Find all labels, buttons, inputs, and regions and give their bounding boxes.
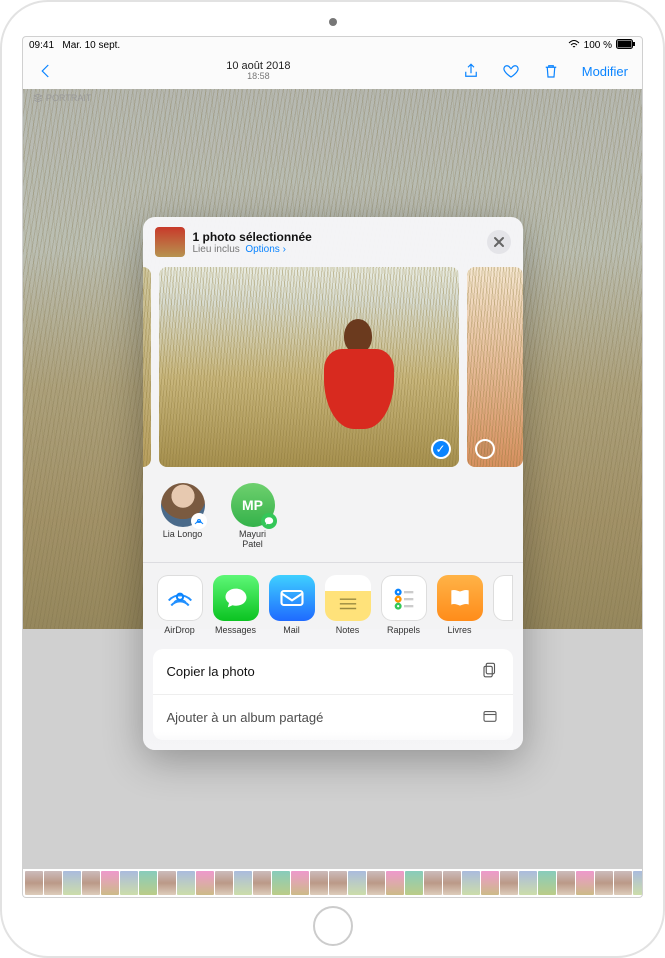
more-icon	[493, 575, 513, 621]
share-apps-row[interactable]: AirDrop Messages Mail	[143, 563, 523, 649]
copy-icon	[481, 661, 499, 682]
person-name: Mayuri Patel	[229, 530, 277, 550]
home-button[interactable]	[313, 906, 353, 946]
battery-icon	[616, 39, 636, 52]
nav-bar: 10 août 2018 18:58 Modifier	[23, 53, 642, 89]
status-time: 09:41	[29, 40, 54, 51]
screen: 09:41 Mar. 10 sept. 100 % 10 août 2018	[22, 36, 643, 898]
portrait-badge: PORTRAIT	[33, 93, 91, 103]
person-mayuri-patel[interactable]: MP Mayuri Patel	[229, 483, 277, 550]
avatar	[161, 483, 205, 527]
app-notes[interactable]: Notes	[325, 575, 371, 635]
mail-icon	[269, 575, 315, 621]
app-airdrop[interactable]: AirDrop	[157, 575, 203, 635]
nav-title-group: 10 août 2018 18:58	[59, 60, 458, 82]
action-copy-photo[interactable]: Copier la photo	[153, 649, 513, 695]
nav-subtitle: 18:58	[59, 72, 458, 82]
share-subtitle: Lieu inclus Options ›	[193, 244, 479, 255]
edit-button[interactable]: Modifier	[578, 60, 632, 83]
device-camera	[329, 18, 337, 26]
carousel-photo-prev[interactable]	[143, 267, 151, 467]
airdrop-icon	[157, 575, 203, 621]
app-label: Livres	[437, 625, 483, 635]
share-actions-list: Copier la photo Ajouter à un album parta…	[153, 649, 513, 740]
photo-subject	[324, 319, 414, 459]
selection-ring-checked[interactable]: ✓	[431, 439, 451, 459]
airdrop-people-row: Lia Longo MP Mayuri Patel	[143, 477, 523, 562]
app-label: AirDrop	[157, 625, 203, 635]
battery-percent: 100 %	[584, 40, 612, 51]
app-more[interactable]	[493, 575, 513, 635]
wifi-icon	[568, 39, 580, 52]
person-lia-longo[interactable]: Lia Longo	[159, 483, 207, 550]
share-title: 1 photo sélectionnée	[193, 230, 479, 244]
status-right: 100 %	[568, 39, 636, 52]
status-left: 09:41 Mar. 10 sept.	[29, 40, 120, 51]
back-button[interactable]	[33, 58, 59, 84]
carousel-photo-selected[interactable]: ✓	[159, 267, 459, 467]
app-messages[interactable]: Messages	[213, 575, 259, 635]
messages-badge-icon	[261, 513, 277, 529]
status-date: Mar. 10 sept.	[62, 40, 120, 51]
app-label: Notes	[325, 625, 371, 635]
notes-icon	[325, 575, 371, 621]
portrait-badge-label: PORTRAIT	[46, 93, 91, 103]
close-button[interactable]	[487, 230, 511, 254]
shared-album-icon	[481, 707, 499, 728]
selection-ring[interactable]	[475, 439, 495, 459]
header-thumbnail	[155, 227, 185, 257]
delete-button[interactable]	[538, 58, 564, 84]
share-sheet-header: 1 photo sélectionnée Lieu inclus Options…	[143, 217, 523, 263]
share-sheet: 1 photo sélectionnée Lieu inclus Options…	[143, 217, 523, 750]
person-name: Lia Longo	[159, 530, 207, 540]
airdrop-badge-icon	[191, 513, 207, 529]
app-livres[interactable]: Livres	[437, 575, 483, 635]
action-label: Ajouter à un album partagé	[167, 710, 324, 725]
app-label: Messages	[213, 625, 259, 635]
share-button[interactable]	[458, 58, 484, 84]
app-rappels[interactable]: Rappels	[381, 575, 427, 635]
action-add-shared-album[interactable]: Ajouter à un album partagé	[153, 695, 513, 740]
nav-actions: Modifier	[458, 58, 632, 84]
books-icon	[437, 575, 483, 621]
ipad-frame: 09:41 Mar. 10 sept. 100 % 10 août 2018	[0, 0, 665, 958]
favorite-button[interactable]	[498, 58, 524, 84]
reminders-icon	[381, 575, 427, 621]
thumbnail-strip[interactable]	[23, 869, 642, 897]
app-label: Mail	[269, 625, 315, 635]
share-options-link[interactable]: Options	[245, 244, 279, 255]
action-label: Copier la photo	[167, 664, 255, 679]
share-photo-carousel[interactable]: ✓	[143, 263, 523, 477]
app-label: Rappels	[381, 625, 427, 635]
messages-icon	[213, 575, 259, 621]
status-bar: 09:41 Mar. 10 sept. 100 %	[23, 37, 642, 53]
carousel-photo-next[interactable]	[467, 267, 523, 467]
avatar: MP	[231, 483, 275, 527]
app-mail[interactable]: Mail	[269, 575, 315, 635]
